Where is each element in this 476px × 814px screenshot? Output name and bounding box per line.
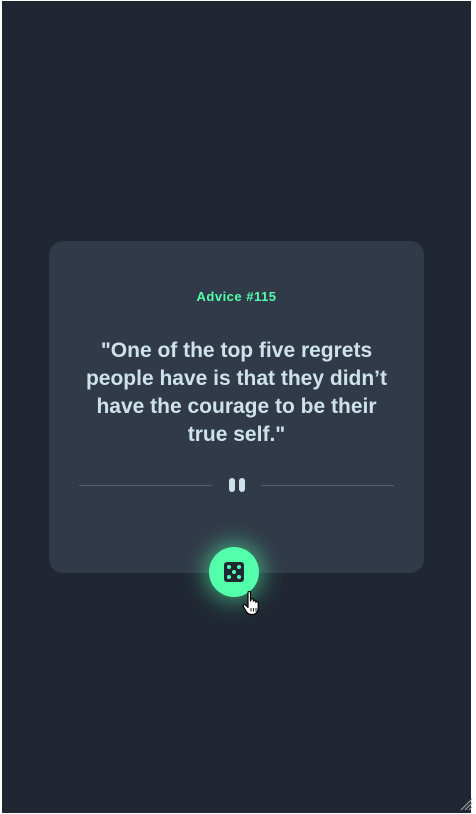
hand-pointer-icon [242, 590, 259, 616]
advice-quote: "One of the top five regrets people have… [85, 339, 388, 446]
divider-line-left [79, 485, 212, 486]
divider-line-right [261, 485, 394, 486]
dice-icon [224, 562, 244, 582]
resize-grip-icon[interactable] [459, 797, 473, 811]
pattern-divider [79, 478, 394, 492]
advice-number: Advice #115 [196, 289, 277, 304]
app-viewport: Advice #115 "One of the top five regrets… [2, 1, 471, 813]
pause-icon [227, 478, 247, 492]
advice-card: Advice #115 "One of the top five regrets… [49, 241, 424, 573]
